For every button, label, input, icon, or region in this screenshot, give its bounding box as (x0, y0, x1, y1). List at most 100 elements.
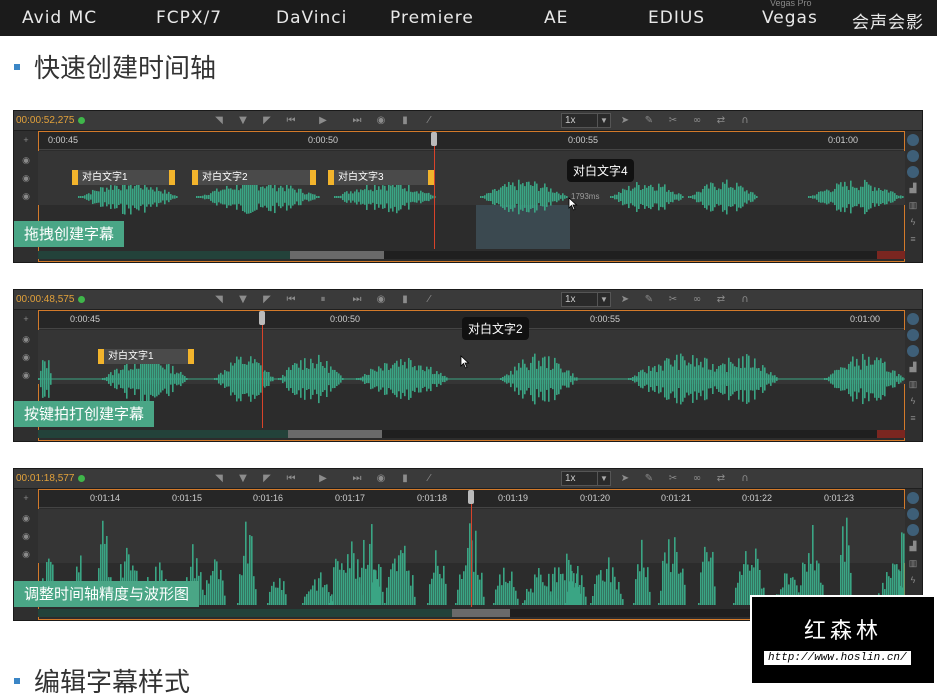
caption-block[interactable]: 对白文字1 (72, 170, 175, 185)
magic-wand-icon[interactable]: ⁄ (422, 293, 436, 307)
link-icon[interactable]: ∞ (690, 114, 704, 128)
scissors-icon[interactable]: ✂ (666, 472, 680, 486)
magnet-icon[interactable]: ∩ (738, 472, 752, 486)
swap-icon[interactable]: ⇄ (714, 114, 728, 128)
playhead-handle[interactable] (431, 132, 437, 146)
waveform-icon[interactable]: ▟ (907, 182, 919, 194)
list-icon[interactable]: ≡ (907, 412, 919, 424)
mark-in-icon[interactable]: ◥ (212, 472, 226, 486)
bookmark-icon[interactable]: ▮ (398, 114, 412, 128)
magic-wand-icon[interactable]: ⁄ (422, 114, 436, 128)
pointer-icon[interactable]: ➤ (618, 472, 632, 486)
chart-icon[interactable]: ▥ (907, 557, 919, 569)
bookmark-icon[interactable]: ▮ (398, 472, 412, 486)
speed-select[interactable]: 1x ▼ (561, 292, 611, 307)
nav-davinci[interactable]: DaVinci (276, 8, 347, 28)
camera-icon[interactable]: ◉ (374, 472, 388, 486)
scissors-icon[interactable]: ✂ (666, 293, 680, 307)
edit-icon[interactable]: ✎ (642, 114, 656, 128)
mark-out-icon[interactable]: ◤ (260, 293, 274, 307)
magic-wand-icon[interactable]: ⁄ (422, 472, 436, 486)
zoom-ball-icon[interactable] (907, 524, 919, 536)
caption-block[interactable]: 对白文字1 (98, 349, 194, 364)
eye-icon[interactable]: ◉ (21, 334, 31, 344)
play-icon[interactable]: ▶ (316, 472, 330, 486)
mark-out-icon[interactable]: ◤ (260, 114, 274, 128)
play-icon[interactable]: ▶ (316, 114, 330, 128)
skip-forward-icon[interactable]: ⏭ (350, 114, 364, 128)
mark-down-icon[interactable]: ▼ (236, 293, 250, 307)
add-track-icon[interactable]: + (21, 493, 31, 503)
zoom-ball-icon[interactable] (907, 166, 919, 178)
skip-forward-icon[interactable]: ⏭ (350, 293, 364, 307)
timeline-scrollbar[interactable] (38, 251, 905, 259)
eye-icon[interactable]: ◉ (21, 173, 31, 183)
eye-icon[interactable]: ◉ (21, 370, 31, 380)
bookmark-icon[interactable]: ▮ (398, 293, 412, 307)
zoom-ball-icon[interactable] (907, 313, 919, 325)
lightning-icon[interactable]: ϟ (907, 395, 919, 407)
audio-waveform[interactable] (38, 151, 905, 249)
mark-in-icon[interactable]: ◥ (212, 114, 226, 128)
zoom-ball-icon[interactable] (907, 508, 919, 520)
speed-select[interactable]: 1x ▼ (561, 113, 611, 128)
eye-icon[interactable]: ◉ (21, 352, 31, 362)
zoom-ball-icon[interactable] (907, 134, 919, 146)
camera-icon[interactable]: ◉ (374, 114, 388, 128)
add-track-icon[interactable]: + (21, 135, 31, 145)
mark-down-icon[interactable]: ▼ (236, 472, 250, 486)
lightning-icon[interactable]: ϟ (907, 574, 919, 586)
caption-block[interactable]: 对白文字3 (328, 170, 434, 185)
zoom-ball-icon[interactable] (907, 345, 919, 357)
nav-fcpx[interactable]: FCPX/7 (156, 8, 222, 28)
nav-vegas[interactable]: Vegas (762, 8, 818, 28)
mark-in-icon[interactable]: ◥ (212, 293, 226, 307)
pointer-icon[interactable]: ➤ (618, 114, 632, 128)
scissors-icon[interactable]: ✂ (666, 114, 680, 128)
eye-icon[interactable]: ◉ (21, 549, 31, 559)
list-icon[interactable]: ≡ (907, 233, 919, 245)
scroll-thumb[interactable] (288, 430, 382, 438)
magnet-icon[interactable]: ∩ (738, 114, 752, 128)
skip-back-icon[interactable]: ⏮ (284, 293, 298, 307)
link-icon[interactable]: ∞ (690, 472, 704, 486)
waveform-icon[interactable]: ▟ (907, 361, 919, 373)
zoom-ball-icon[interactable] (907, 150, 919, 162)
audio-waveform[interactable] (38, 330, 905, 428)
edit-icon[interactable]: ✎ (642, 293, 656, 307)
nav-edius[interactable]: EDIUS (648, 8, 705, 28)
lightning-icon[interactable]: ϟ (907, 216, 919, 228)
swap-icon[interactable]: ⇄ (714, 293, 728, 307)
pause-icon[interactable]: ⏸ (316, 293, 330, 307)
nav-premiere[interactable]: Premiere (390, 8, 474, 28)
timeline-scrollbar[interactable] (38, 430, 905, 438)
scroll-thumb[interactable] (290, 251, 384, 259)
scroll-thumb[interactable] (452, 609, 510, 617)
skip-forward-icon[interactable]: ⏭ (350, 472, 364, 486)
add-track-icon[interactable]: + (21, 314, 31, 324)
playhead-handle[interactable] (259, 311, 265, 325)
swap-icon[interactable]: ⇄ (714, 472, 728, 486)
pointer-icon[interactable]: ➤ (618, 293, 632, 307)
mark-down-icon[interactable]: ▼ (236, 114, 250, 128)
waveform-icon[interactable]: ▟ (907, 540, 919, 552)
skip-back-icon[interactable]: ⏮ (284, 114, 298, 128)
chart-icon[interactable]: ▥ (907, 378, 919, 390)
nav-huisheng[interactable]: 会声会影 (852, 8, 924, 33)
zoom-ball-icon[interactable] (907, 329, 919, 341)
zoom-ball-icon[interactable] (907, 492, 919, 504)
camera-icon[interactable]: ◉ (374, 293, 388, 307)
edit-icon[interactable]: ✎ (642, 472, 656, 486)
nav-avid[interactable]: Avid MC (22, 8, 97, 28)
caption-block[interactable]: 对白文字2 (192, 170, 316, 185)
link-icon[interactable]: ∞ (690, 293, 704, 307)
speed-select[interactable]: 1x ▼ (561, 471, 611, 486)
nav-ae[interactable]: AE (544, 8, 568, 28)
eye-icon[interactable]: ◉ (21, 191, 31, 201)
playhead-handle[interactable] (468, 490, 474, 504)
magnet-icon[interactable]: ∩ (738, 293, 752, 307)
skip-back-icon[interactable]: ⏮ (284, 472, 298, 486)
eye-icon[interactable]: ◉ (21, 155, 31, 165)
eye-icon[interactable]: ◉ (21, 513, 31, 523)
mark-out-icon[interactable]: ◤ (260, 472, 274, 486)
